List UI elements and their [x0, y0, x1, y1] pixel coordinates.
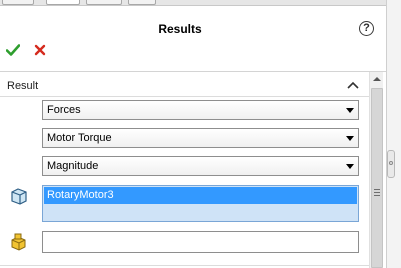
grip-line — [374, 195, 380, 196]
panel-splitter — [386, 0, 401, 268]
motor-selection-icon — [11, 188, 27, 205]
checkmark-icon[interactable] — [6, 43, 20, 57]
result-component-value: Motor Torque — [47, 132, 112, 144]
dropdown-arrow-icon — [346, 136, 354, 141]
group-title: Result — [7, 80, 39, 92]
dropdown-arrow-icon — [346, 164, 354, 169]
dimxpert-manager-tab[interactable] — [128, 0, 156, 5]
scroll-up-icon[interactable] — [370, 72, 384, 86]
result-quantity-value: Magnitude — [47, 160, 99, 172]
x-icon[interactable] — [34, 43, 46, 57]
list-item[interactable]: RotaryMotor3 — [44, 187, 357, 204]
reference-component-field[interactable] — [42, 231, 359, 253]
group-bottom-divider — [0, 265, 369, 266]
configuration-manager-tab[interactable] — [86, 0, 122, 5]
vertical-scrollbar[interactable] — [369, 72, 383, 268]
help-icon[interactable]: ? — [359, 21, 374, 36]
property-manager-tab[interactable] — [46, 0, 80, 5]
splitter-dot-icon — [389, 161, 393, 165]
group-title-divider — [0, 96, 369, 97]
splitter-handle[interactable] — [387, 150, 395, 178]
result-component-select[interactable]: Motor Torque — [42, 128, 359, 148]
property-manager-header: Results ? — [0, 6, 386, 72]
scrollbar-thumb[interactable] — [371, 88, 383, 268]
motor-selection-list[interactable]: RotaryMotor3 — [42, 185, 359, 222]
result-quantity-select[interactable]: Magnitude — [42, 156, 359, 176]
reference-component-icon — [11, 233, 26, 251]
page-title: Results — [158, 22, 202, 36]
grip-line — [374, 189, 380, 190]
dropdown-arrow-icon — [346, 108, 354, 113]
result-type-value: Forces — [47, 104, 81, 116]
chevron-up-icon[interactable] — [346, 79, 360, 91]
grip-line — [374, 192, 380, 193]
result-type-select[interactable]: Forces — [42, 100, 359, 120]
feature-manager-tab[interactable] — [2, 0, 34, 5]
